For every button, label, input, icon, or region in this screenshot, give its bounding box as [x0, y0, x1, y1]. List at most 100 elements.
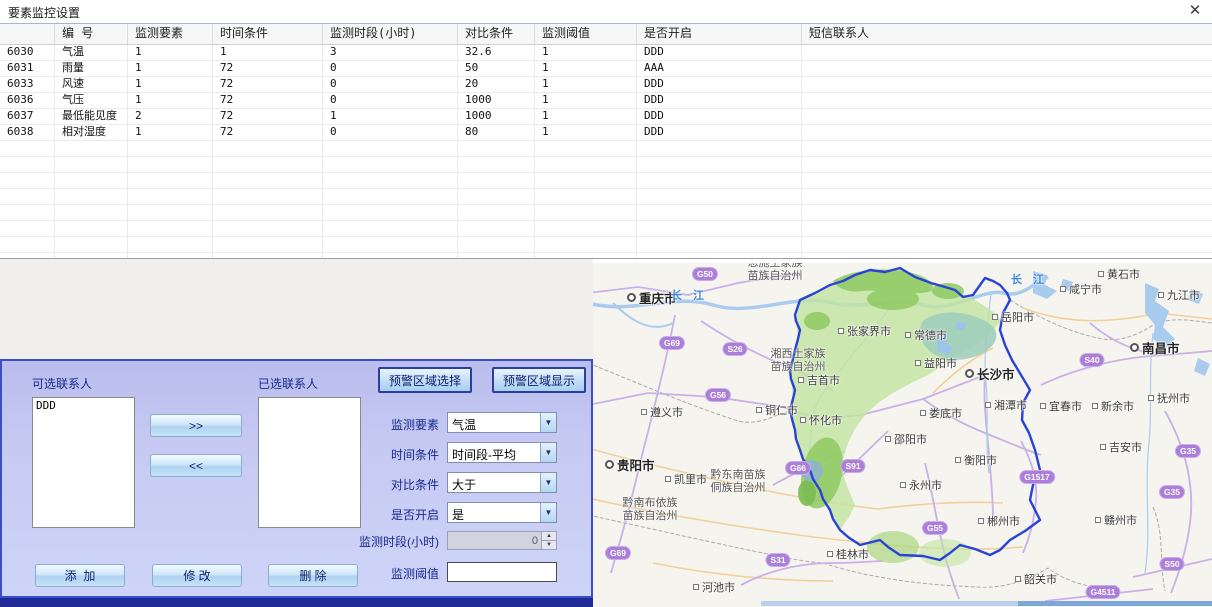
cell-period-hours: 72 — [213, 61, 323, 76]
table-header-cell[interactable]: 监测时段(小时) — [323, 24, 458, 44]
table-row[interactable] — [0, 237, 1212, 253]
chevron-down-icon[interactable]: ▼ — [540, 443, 556, 462]
cell-enabled — [535, 221, 637, 236]
settings-panel: 可选联系人 DDD >> << 已选联系人 预警区域选择 预警区域显示 监测要素… — [0, 359, 593, 598]
warning-area-select-button[interactable]: 预警区域选择 — [378, 367, 472, 393]
period-spinner[interactable]: 0 ▲▼ — [447, 531, 557, 550]
combo-value: 大于 — [448, 473, 540, 492]
threshold-input[interactable] — [447, 562, 557, 582]
combo-box[interactable]: 是 ▼ — [447, 502, 557, 523]
cell-filler — [802, 205, 1212, 220]
cell-time-condition — [128, 205, 213, 220]
cell-element: 风速 — [55, 77, 128, 92]
city-name: 贵阳市 — [617, 455, 655, 474]
cell-compare-condition: 0 — [323, 125, 458, 140]
table-header-cell[interactable]: 短信联系人 — [802, 24, 1212, 44]
cell-enabled — [535, 157, 637, 172]
combo-value: 时间段-平均 — [448, 443, 540, 462]
spin-down-icon[interactable]: ▼ — [542, 541, 556, 549]
chevron-down-icon[interactable]: ▼ — [540, 503, 556, 522]
table-header-cell[interactable]: 是否开启 — [637, 24, 802, 44]
chevron-down-icon[interactable]: ▼ — [540, 413, 556, 432]
city-name: 韶关市 — [1024, 571, 1057, 587]
city-label: 九江市 — [1158, 287, 1200, 303]
field-row: 时间条件 时间段-平均 ▼ — [365, 442, 557, 472]
delete-button[interactable]: 删 除 — [268, 564, 358, 587]
city-marker-icon — [1095, 517, 1101, 523]
cell-element: 气压 — [55, 93, 128, 108]
table-row[interactable]: 6031 雨量 1 72 0 50 1 AAA — [0, 61, 1212, 77]
cell-id: 6038 — [0, 125, 55, 140]
warning-area-display-button[interactable]: 预警区域显示 — [492, 367, 586, 393]
city-name: 凯里市 — [674, 471, 707, 487]
close-icon[interactable]: ✕ — [1184, 1, 1206, 21]
cell-threshold — [458, 173, 535, 188]
selected-contacts-listbox[interactable] — [258, 397, 361, 528]
field-row: 是否开启 是 ▼ — [365, 502, 557, 532]
combo-box[interactable]: 大于 ▼ — [447, 472, 557, 493]
road-badge: G56 — [705, 388, 731, 402]
table-row[interactable]: 6037 最低能见度 2 72 1 1000 1 DDD — [0, 109, 1212, 125]
map-scrollbar-thumb[interactable] — [1018, 601, 1212, 606]
cell-compare-condition: 0 — [323, 77, 458, 92]
panel-bottom-strip — [0, 598, 593, 607]
cell-id — [0, 189, 55, 204]
cell-element: 最低能见度 — [55, 109, 128, 124]
spin-up-icon[interactable]: ▲ — [542, 532, 556, 541]
city-name: 吉安市 — [1109, 439, 1142, 455]
city-label: 吉安市 — [1100, 439, 1142, 455]
combo-box[interactable]: 时间段-平均 ▼ — [447, 442, 557, 463]
table-row[interactable] — [0, 157, 1212, 173]
chevron-down-icon[interactable]: ▼ — [540, 473, 556, 492]
table-header-cell[interactable]: 对比条件 — [458, 24, 535, 44]
table-row[interactable] — [0, 173, 1212, 189]
table-header-cell[interactable]: 编 号 — [55, 24, 128, 44]
contact-list-item[interactable]: DDD — [33, 398, 134, 413]
cell-enabled — [535, 237, 637, 252]
table-header-cell[interactable]: 时间条件 — [213, 24, 323, 44]
city-name: 长沙市 — [977, 364, 1015, 383]
table-row[interactable]: 6036 气压 1 72 0 1000 1 DDD — [0, 93, 1212, 109]
add-button[interactable]: 添 加 — [35, 564, 125, 587]
cell-sms-contact: DDD — [637, 77, 802, 92]
table-row[interactable]: 6038 相对湿度 1 72 0 80 1 DDD — [0, 125, 1212, 141]
map-horizontal-scrollbar[interactable] — [761, 601, 1212, 606]
cell-sms-contact — [637, 173, 802, 188]
city-marker-icon — [1015, 576, 1021, 582]
monitoring-table[interactable]: 编 号监测要素时间条件监测时段(小时)对比条件监测阈值是否开启短信联系人 603… — [0, 24, 1212, 259]
city-name: 衡阳市 — [964, 452, 997, 468]
cell-element — [55, 237, 128, 252]
table-row[interactable]: 6033 风速 1 72 0 20 1 DDD — [0, 77, 1212, 93]
city-label: 邵阳市 — [885, 431, 927, 447]
table-row[interactable] — [0, 189, 1212, 205]
cell-filler — [802, 237, 1212, 252]
city-label: 重庆市 — [627, 288, 677, 307]
table-header-cell[interactable]: 监测阈值 — [535, 24, 637, 44]
city-name: 桂林市 — [836, 546, 869, 562]
field-row: 监测要素 气温 ▼ — [365, 412, 557, 442]
city-name: 河池市 — [702, 579, 735, 595]
combo-box[interactable]: 气温 ▼ — [447, 412, 557, 433]
cell-threshold: 50 — [458, 61, 535, 76]
city-name: 张家界市 — [847, 323, 891, 339]
available-contacts-listbox[interactable]: DDD — [32, 397, 135, 528]
cell-compare-condition — [323, 157, 458, 172]
cell-filler — [802, 173, 1212, 188]
table-header-cell[interactable]: 监测要素 — [128, 24, 213, 44]
modify-button[interactable]: 修 改 — [152, 564, 242, 587]
table-row[interactable] — [0, 141, 1212, 157]
move-right-button[interactable]: >> — [150, 414, 242, 437]
region-label: 黔南布依族 苗族自治州 — [623, 497, 678, 523]
cell-id: 6036 — [0, 93, 55, 108]
city-name: 铜仁市 — [765, 402, 798, 418]
river-label: 长 江 — [671, 287, 708, 303]
table-row[interactable]: 6030 气温 1 1 3 32.6 1 DDD — [0, 45, 1212, 61]
road-badge: S31 — [765, 553, 790, 567]
cell-sms-contact — [637, 237, 802, 252]
table-row[interactable] — [0, 221, 1212, 237]
cell-element: 气温 — [55, 45, 128, 60]
city-marker-icon — [800, 417, 806, 423]
move-left-button[interactable]: << — [150, 454, 242, 477]
table-row[interactable] — [0, 205, 1212, 221]
map-view[interactable]: 重庆市 遵义市 贵阳市 凯里市 — [593, 263, 1212, 607]
